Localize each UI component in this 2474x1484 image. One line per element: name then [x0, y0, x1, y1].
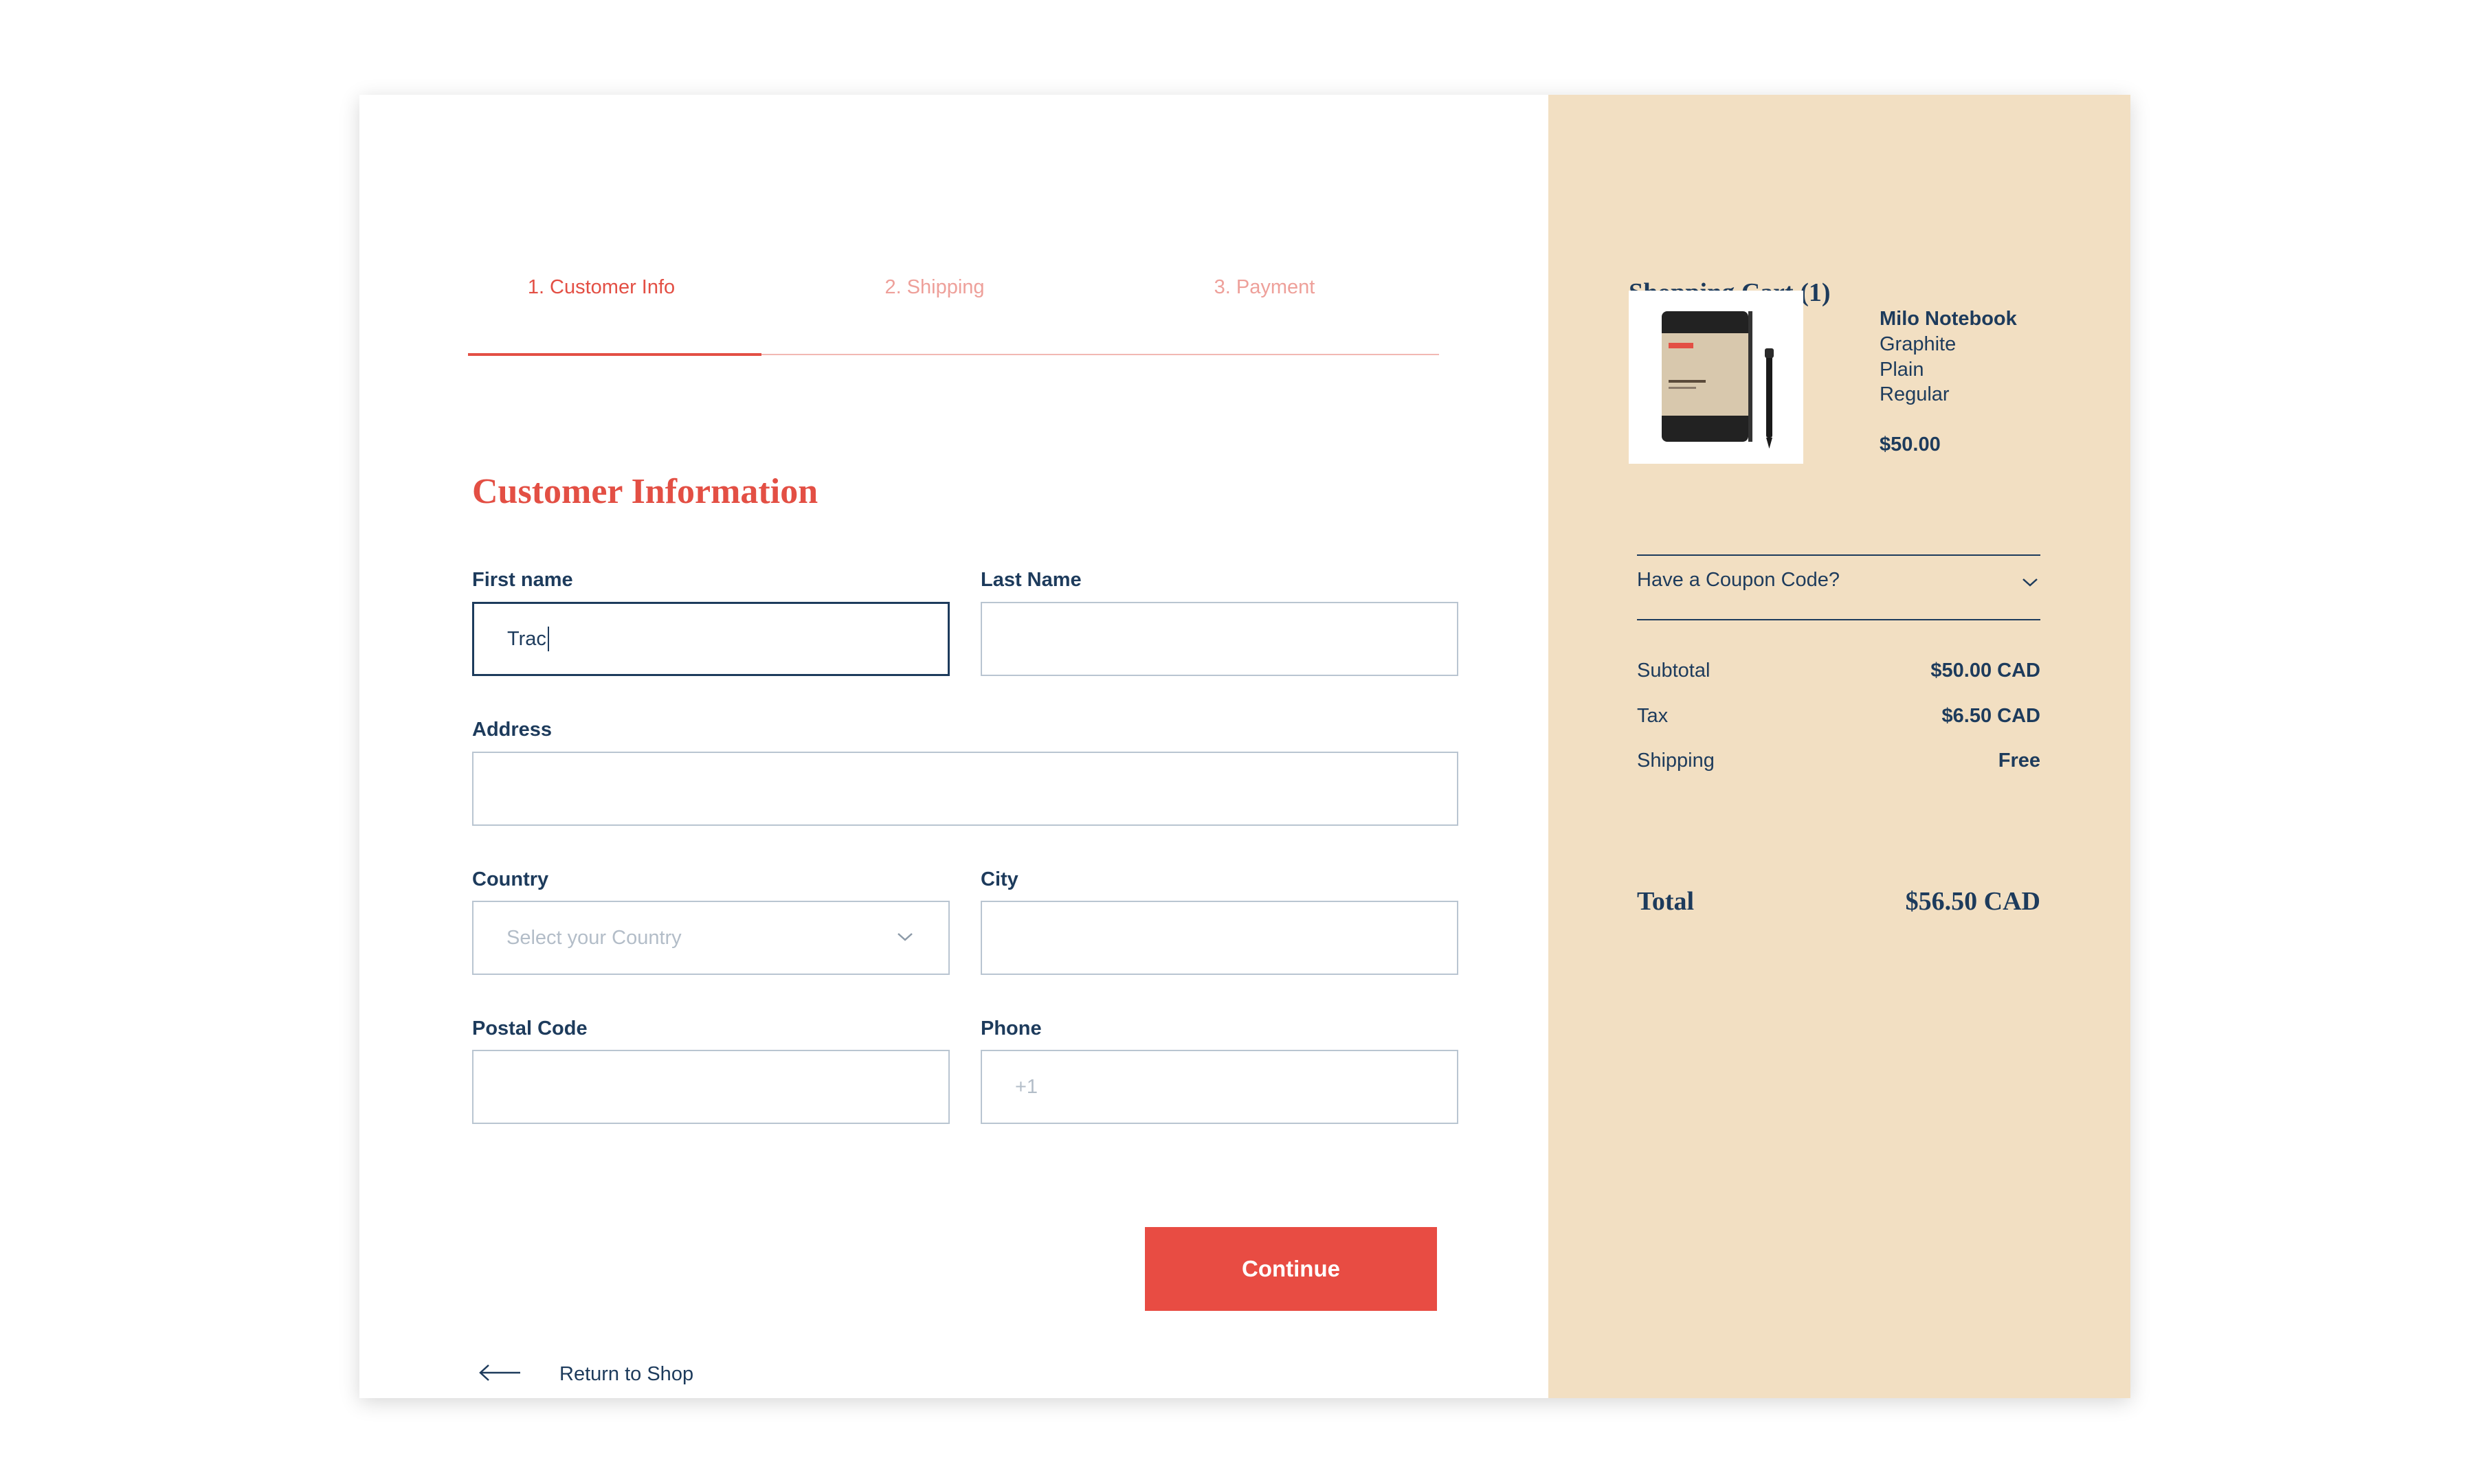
subtotal-label: Subtotal [1637, 660, 1710, 682]
last-name-label: Last Name [981, 569, 1082, 591]
product-image [1629, 291, 1803, 464]
step-payment[interactable]: 3. Payment [1182, 276, 1347, 299]
checkout-card: 1. Customer Info 2. Shipping 3. Payment … [359, 95, 2130, 1398]
product-price: $50.00 [1880, 434, 1941, 456]
phone-placeholder: +1 [1015, 1075, 1038, 1098]
postal-code-label: Postal Code [472, 1018, 588, 1039]
country-label: Country [472, 868, 549, 890]
product-option: Graphite [1880, 333, 1957, 355]
country-placeholder: Select your Country [506, 926, 682, 949]
first-name-field[interactable]: Trac [472, 602, 950, 676]
shipping-label: Shipping [1637, 750, 1715, 772]
phone-label: Phone [981, 1018, 1042, 1039]
total-label: Total [1637, 887, 1695, 916]
phone-field[interactable]: +1 [981, 1050, 1458, 1124]
divider [1637, 554, 2040, 556]
city-label: City [981, 868, 1018, 890]
continue-button[interactable]: Continue [1145, 1227, 1437, 1311]
section-title: Customer Information [472, 472, 818, 511]
step-progress-fill [468, 353, 761, 356]
address-field[interactable] [472, 752, 1458, 826]
country-select[interactable]: Select your Country [472, 901, 950, 975]
text-caret [547, 627, 549, 651]
total-value: $56.50 CAD [1905, 887, 2040, 916]
return-to-shop-link[interactable]: Return to Shop [559, 1363, 693, 1386]
chevron-down-icon[interactable] [2020, 574, 2040, 590]
notebook-image [1629, 291, 1803, 464]
step-customer-info[interactable]: 1. Customer Info [519, 276, 684, 299]
cart-panel: Shopping Cart (1) Milo Notebook Graphite… [1548, 95, 2130, 1398]
first-name-label: First name [472, 569, 573, 591]
first-name-value: Trac [507, 627, 546, 650]
tax-value: $6.50 CAD [1941, 705, 2040, 727]
postal-code-field[interactable] [472, 1050, 950, 1124]
divider [1637, 619, 2040, 620]
chevron-down-icon [898, 933, 913, 941]
product-name: Milo Notebook [1880, 308, 2017, 330]
last-name-field[interactable] [981, 602, 1458, 676]
shipping-value: Free [1998, 750, 2040, 772]
arrow-left-icon[interactable] [478, 1363, 523, 1382]
subtotal-value: $50.00 CAD [1930, 660, 2040, 682]
coupon-toggle[interactable]: Have a Coupon Code? [1637, 569, 1840, 592]
product-option: Plain [1880, 359, 1924, 381]
tax-label: Tax [1637, 705, 1669, 727]
product-option: Regular [1880, 383, 1950, 405]
city-field[interactable] [981, 901, 1458, 975]
step-shipping[interactable]: 2. Shipping [852, 276, 1017, 299]
checkout-form-panel: 1. Customer Info 2. Shipping 3. Payment … [359, 95, 1548, 1398]
address-label: Address [472, 719, 553, 741]
